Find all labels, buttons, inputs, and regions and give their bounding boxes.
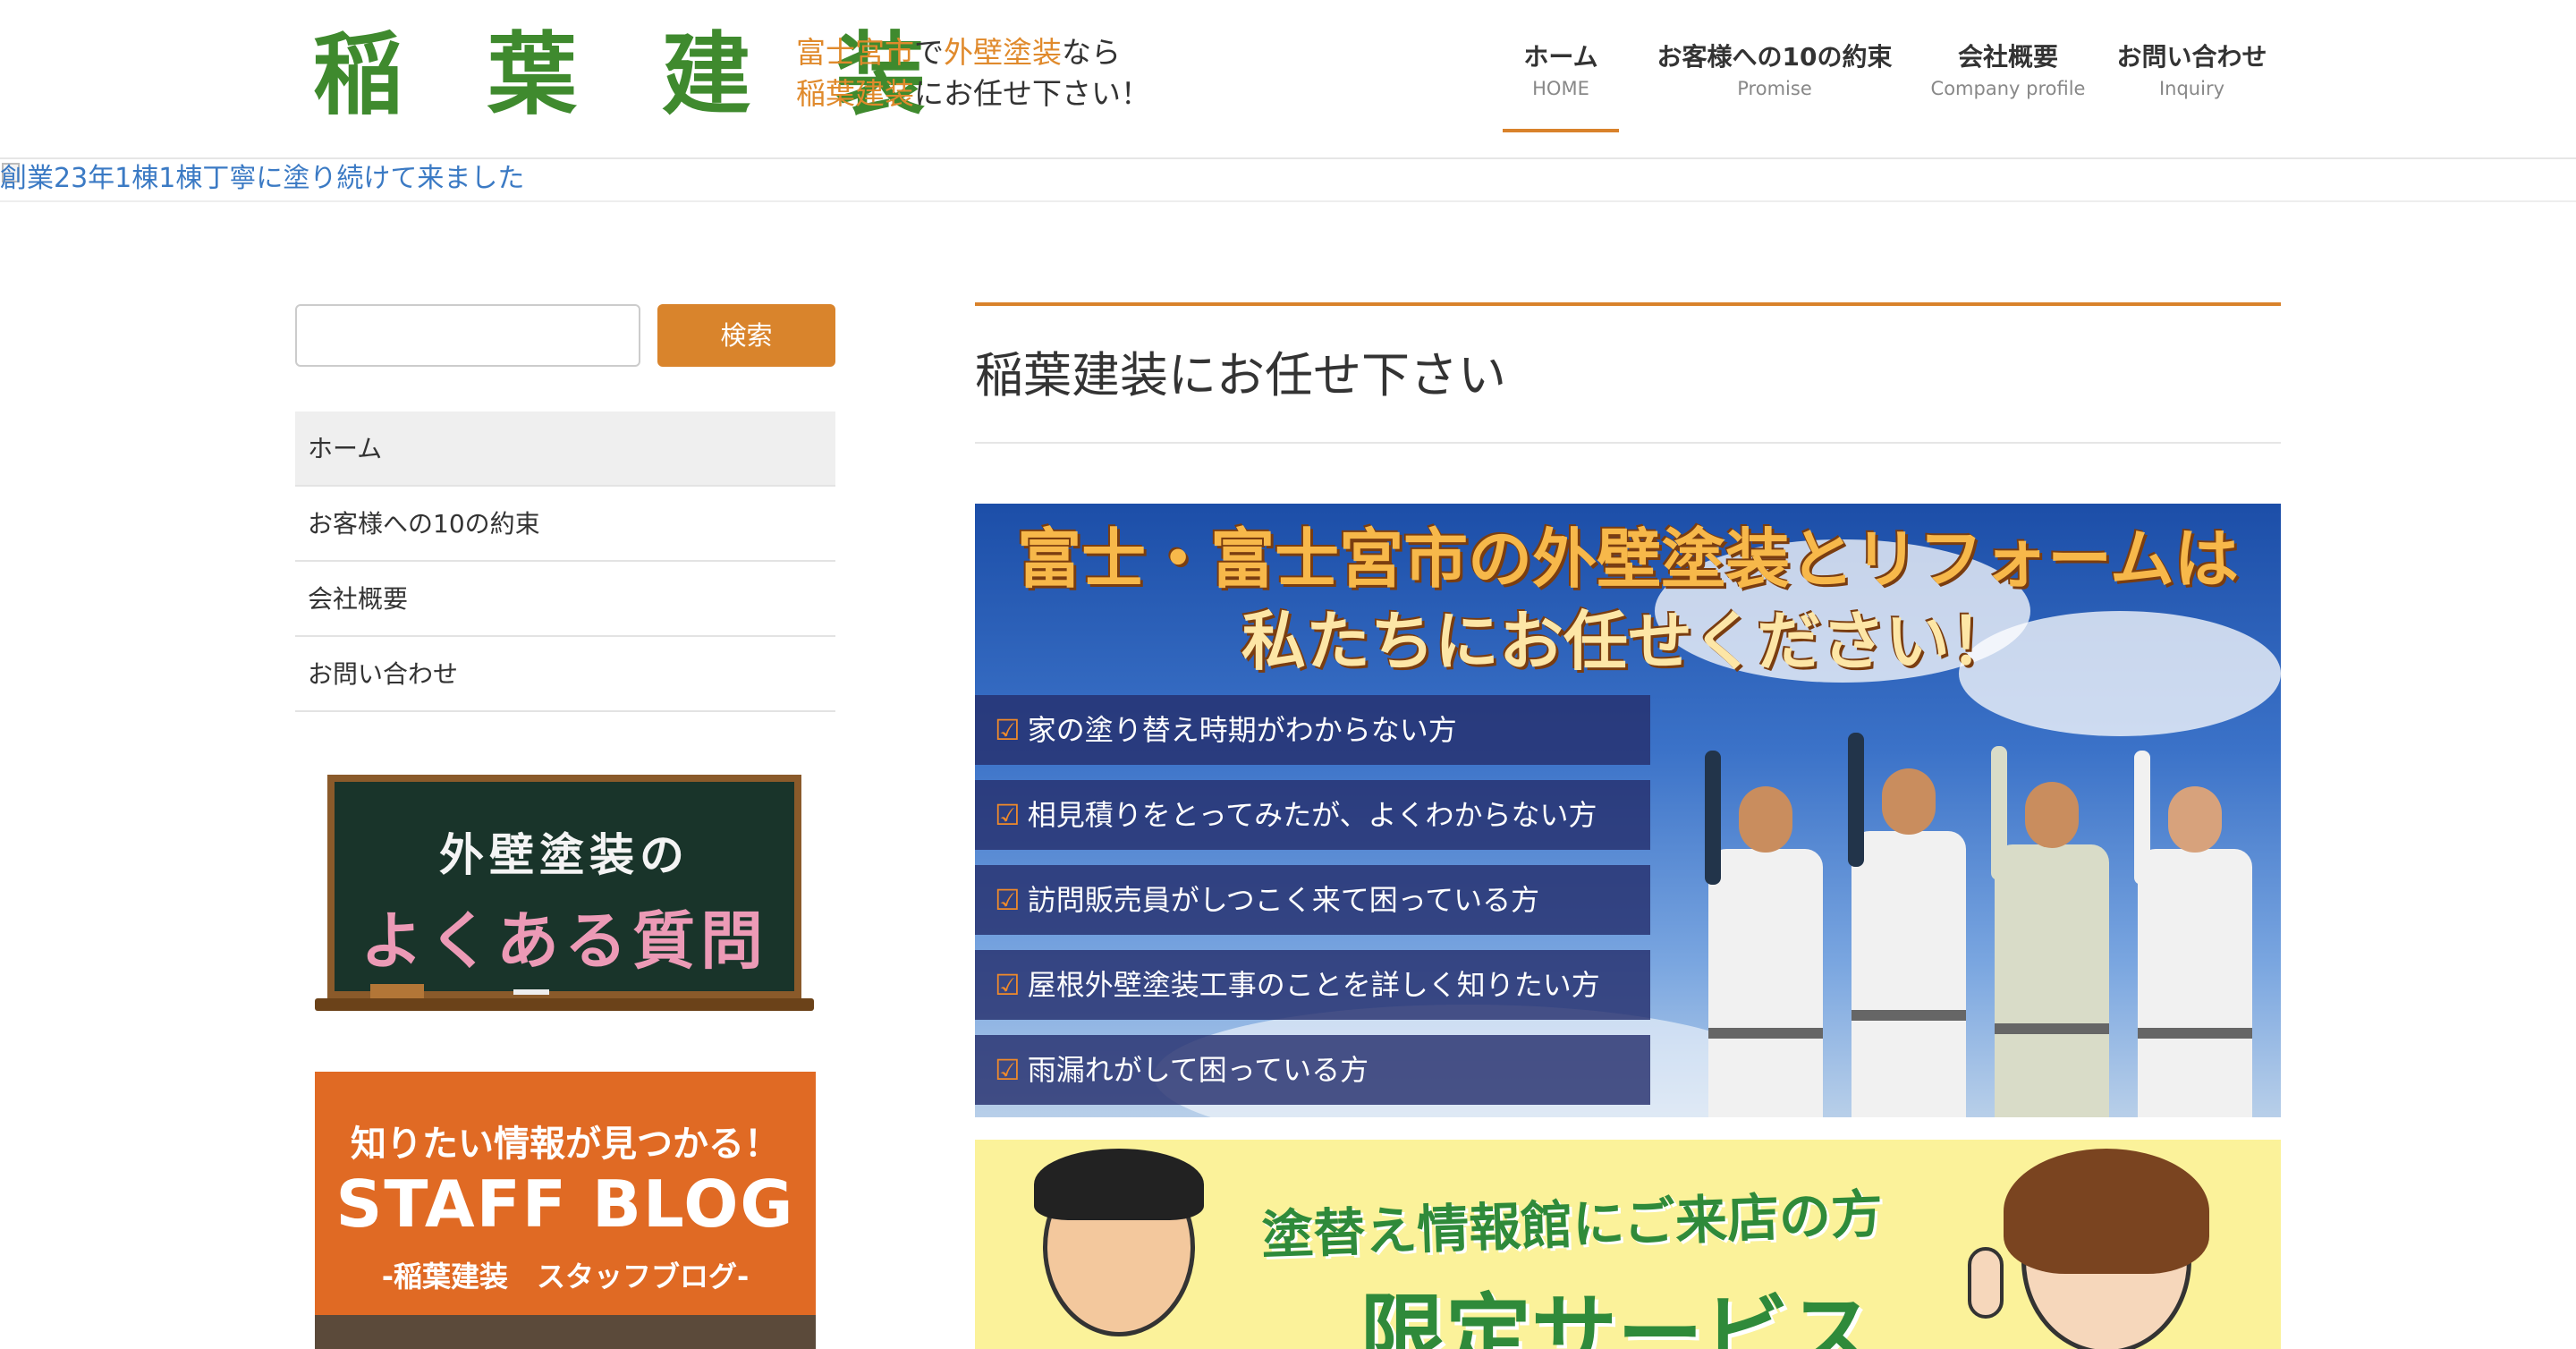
worker-arm: [1991, 746, 2007, 880]
tagline-segment: 外壁塗装: [944, 35, 1062, 70]
promo-headline-1: 富士・富士宮市の外壁塗装とリフォームは: [1017, 522, 2239, 597]
worker-belt: [1708, 1028, 1823, 1039]
worker-head: [2025, 782, 2079, 848]
checklist-item: ☑ 相見積りをとってみたが、よくわからない方: [975, 780, 1650, 850]
hair-shape: [2004, 1149, 2209, 1274]
worker-belt: [2138, 1028, 2252, 1039]
store-visit-banner[interactable]: 塗替え情報館にご来店の方 限定サービス: [975, 1140, 2281, 1349]
tagline-segment: なら: [1062, 35, 1121, 70]
checklist-text: 屋根外壁塗装工事のことを詳しく知りたい方: [1027, 968, 1600, 1002]
worker-figure: [1991, 746, 2109, 1117]
worker-arm: [2134, 751, 2150, 885]
page-title: 稲葉建装にお任せ下さい: [975, 347, 1506, 403]
promo-headline-2: 私たちにお任せください！: [1241, 604, 2014, 679]
checklist-item: ☑ 訪問販売員がしつこく来て困っている方: [975, 865, 1650, 935]
staff-blog-banner[interactable]: 知りたい情報が見つかる！ STAFF BLOG -稲葉建装 スタッフブログ-: [315, 1072, 816, 1349]
nav-item-promise[interactable]: お客様への10の約束 Promise: [1640, 39, 1909, 132]
search-button[interactable]: 検索: [657, 304, 835, 367]
worker-head: [2168, 786, 2222, 853]
worker-figure: [1705, 751, 1823, 1117]
blog-banner-photo-strip: [315, 1315, 816, 1349]
worker-arm: [1705, 751, 1721, 885]
worker-head: [1882, 768, 1936, 835]
worker-arm: [1848, 733, 1864, 867]
title-accent-rule: [975, 302, 2281, 306]
sidebar-menu: ホーム お客様への10の約束 会社概要 お問い合わせ: [295, 411, 835, 712]
checklist-item: ☑ 家の塗り替え時期がわからない方: [975, 695, 1650, 765]
checklist-text: 家の塗り替え時期がわからない方: [1027, 713, 1457, 747]
faq-banner-line2: よくある質問: [360, 904, 768, 978]
eraser-icon: [370, 984, 424, 998]
nav-label-ja: ホーム: [1523, 42, 1598, 72]
worker-belt: [1852, 1010, 1966, 1021]
site-tagline: 富士宮市で外壁塗装なら 稲葉建装にお任せ下さい！: [796, 32, 1150, 115]
nav-label-ja: 会社概要: [1957, 42, 2058, 72]
faq-banner[interactable]: 外壁塗装の よくある質問: [315, 775, 814, 1016]
staff-photo: [1690, 683, 2281, 1117]
nav-item-company-profile[interactable]: 会社概要 Company profile: [1914, 39, 2102, 132]
tagline-segment: にお任せ下さい！: [914, 76, 1150, 111]
faq-banner-line1: 外壁塗装の: [439, 829, 690, 881]
promo-banner: 富士・富士宮市の外壁塗装とリフォームは 私たちにお任せください！ ☑ 家の塗り替え…: [975, 504, 2281, 1117]
nav-item-home[interactable]: ホーム HOME: [1503, 39, 1619, 132]
nav-label-ja: お問い合わせ: [2116, 42, 2267, 72]
checkbox-icon: ☑: [995, 713, 1021, 747]
tagline-line1: 富士宮市で外壁塗装なら: [796, 32, 1150, 73]
store-banner-line1: 塗替え情報館にご来店の方: [1260, 1183, 1884, 1267]
nav-label-en: Promise: [1737, 78, 1812, 99]
store-banner-line2: 限定サービス: [1360, 1285, 1875, 1349]
nav-label-en: Inquiry: [2158, 78, 2225, 99]
sidebar-item-company-profile[interactable]: 会社概要: [295, 562, 835, 637]
sidebar-item-promise[interactable]: お客様への10の約束: [295, 487, 835, 562]
checklist-text: 雨漏れがして困っている方: [1027, 1053, 1369, 1087]
title-divider: [975, 442, 2281, 444]
checklist-text: 訪問販売員がしつこく来て困っている方: [1027, 883, 1540, 917]
blog-banner-line2: STAFF BLOG: [335, 1167, 795, 1242]
checklist-text: 相見積りをとってみたが、よくわからない方: [1027, 798, 1597, 832]
checkbox-icon: ☑: [995, 968, 1021, 1002]
hero-image-alt-text[interactable]: 創業23年1棟1棟丁寧に塗り続けて来ました: [0, 161, 524, 197]
nav-label-ja: お客様への10の約束: [1657, 42, 1893, 72]
site-header: 稲 葉 建 装 富士宮市で外壁塗装なら 稲葉建装にお任せ下さい！ ホーム HOM…: [0, 0, 2576, 159]
tagline-line2: 稲葉建装にお任せ下さい！: [796, 73, 1150, 115]
worker-figure: [2134, 751, 2252, 1117]
nav-label-en: Company profile: [1930, 78, 2086, 99]
sidebar-item-home[interactable]: ホーム: [295, 411, 835, 487]
sidebar-item-inquiry[interactable]: お問い合わせ: [295, 637, 835, 712]
checklist-item: ☑ 屋根外壁塗装工事のことを詳しく知りたい方: [975, 950, 1650, 1020]
checkbox-icon: ☑: [995, 883, 1021, 917]
hero-image-broken: 創業23年1棟1棟丁寧に塗り続けて来ました: [0, 161, 2576, 202]
worker-belt: [1995, 1023, 2109, 1034]
nav-item-inquiry[interactable]: お問い合わせ Inquiry: [2109, 39, 2275, 132]
checkbox-icon: ☑: [995, 1053, 1021, 1087]
chalkboard: 外壁塗装の よくある質問: [327, 775, 801, 998]
search-input[interactable]: [295, 304, 640, 367]
worker-figure: [1848, 733, 1966, 1117]
hair-shape: [1034, 1149, 1204, 1220]
nav-label-en: HOME: [1532, 78, 1589, 99]
chalk-icon: [513, 989, 549, 995]
chalkboard-ledge: [315, 998, 814, 1011]
worker-head: [1739, 786, 1792, 853]
tagline-segment: 稲葉建装: [796, 76, 914, 111]
tagline-segment: 富士宮市: [796, 35, 914, 70]
pointing-hand: [1968, 1247, 2004, 1319]
tagline-segment: で: [914, 35, 944, 70]
promo-checklist: ☑ 家の塗り替え時期がわからない方 ☑ 相見積りをとってみたが、よくわからない方 ☑…: [975, 695, 1650, 1117]
blog-banner-line3: -稲葉建装 スタッフブログ-: [381, 1260, 750, 1294]
blog-banner-line1: 知りたい情報が見つかる！: [351, 1124, 780, 1165]
checklist-item: ☑ 雨漏れがして困っている方: [975, 1035, 1650, 1105]
checkbox-icon: ☑: [995, 798, 1021, 832]
